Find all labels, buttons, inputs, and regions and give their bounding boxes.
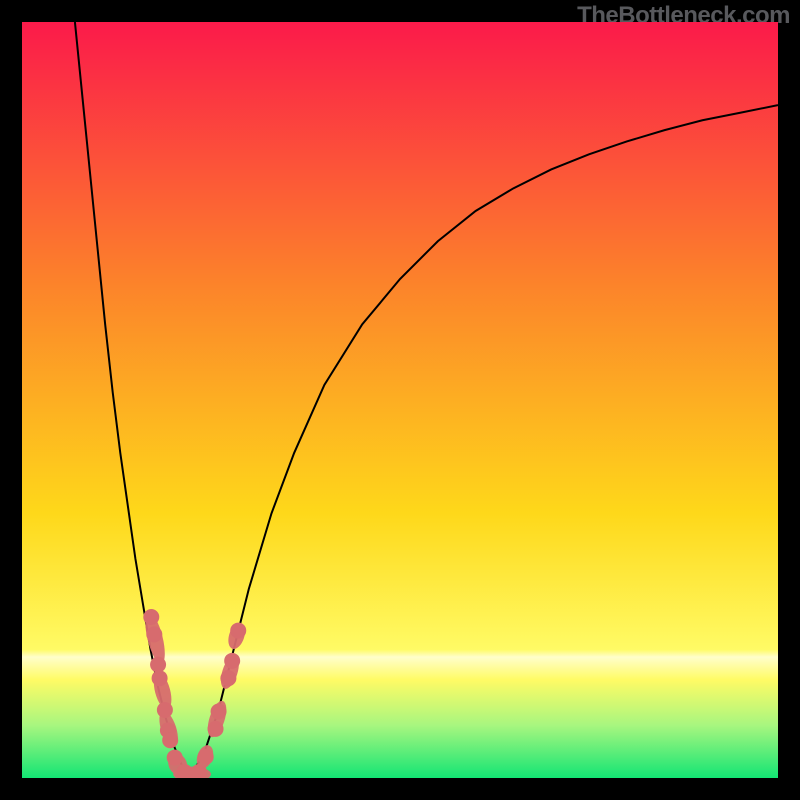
marker-dot	[143, 609, 159, 625]
marker-dot	[230, 623, 246, 639]
marker-dot	[150, 657, 166, 673]
marker-dot	[224, 653, 240, 669]
marker-dot	[211, 703, 227, 719]
marker-dot	[208, 721, 224, 737]
chart-container: TheBottleneck.com	[0, 0, 800, 800]
bottleneck-chart	[22, 22, 778, 778]
marker-dot	[167, 750, 183, 766]
plot-area	[22, 22, 778, 778]
marker-dot	[198, 749, 214, 765]
marker-dot	[152, 670, 168, 686]
gradient-background	[22, 22, 778, 778]
marker-dot	[220, 670, 236, 686]
marker-dot	[157, 702, 173, 718]
marker-dot	[162, 732, 178, 748]
marker-dot	[146, 626, 162, 642]
